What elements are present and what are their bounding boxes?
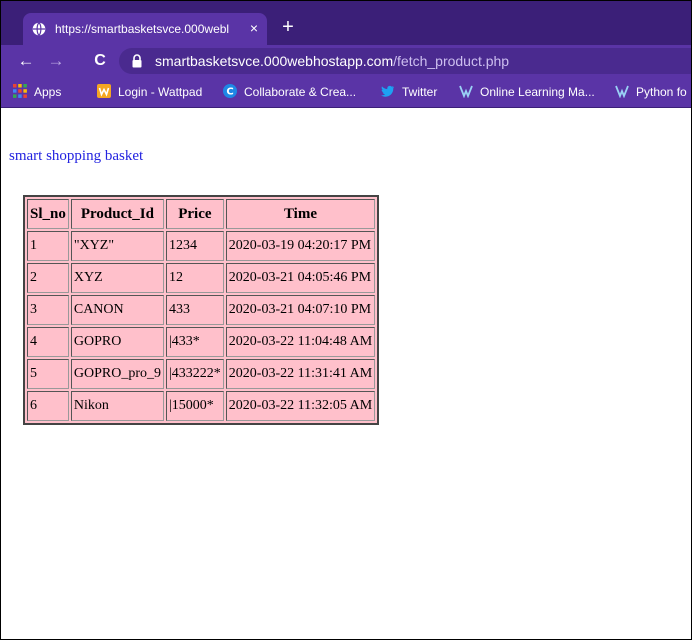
- url-host: smartbasketsvce.000webhostapp.com: [155, 53, 394, 69]
- new-tab-icon[interactable]: +: [277, 16, 299, 38]
- svg-text:C: C: [226, 87, 233, 98]
- cell-sl-no: 3: [27, 295, 69, 325]
- cell-product-id: "XYZ": [70, 231, 164, 261]
- twitter-icon: [381, 85, 394, 97]
- table-header-row: Sl_no Product_Id Price Time: [27, 199, 376, 229]
- cell-sl-no: 1: [27, 231, 69, 261]
- bookmark-label: Twitter: [402, 85, 438, 99]
- wattpad-icon: [97, 84, 111, 98]
- tab-strip: https://smartbasketsvce.000webl × +: [1, 1, 691, 45]
- cell-sl-no: 2: [27, 263, 69, 293]
- browser-window: https://smartbasketsvce.000webl × + ← → …: [0, 0, 692, 640]
- cell-time: 2020-03-21 04:05:46 PM: [225, 263, 376, 293]
- forward-arrow-icon[interactable]: →: [45, 50, 67, 72]
- cell-price: |15000*: [165, 391, 224, 421]
- bookmark-label: Python fo: [636, 85, 687, 99]
- cell-sl-no: 5: [27, 359, 69, 389]
- page-content: smart shopping basket Sl_no Product_Id P…: [1, 108, 691, 639]
- cell-price: 1234: [165, 231, 224, 261]
- table-row: 1 "XYZ" 1234 2020-03-19 04:20:17 PM: [27, 231, 376, 261]
- cell-product-id: XYZ: [70, 263, 164, 293]
- cell-time: 2020-03-22 11:32:05 AM: [225, 391, 376, 421]
- address-bar[interactable]: smartbasketsvce.000webhostapp.com/fetch_…: [119, 48, 691, 74]
- cell-price: 433: [165, 295, 224, 325]
- cell-sl-no: 6: [27, 391, 69, 421]
- cell-time: 2020-03-19 04:20:17 PM: [225, 231, 376, 261]
- close-icon[interactable]: ×: [245, 19, 263, 37]
- column-header: Price: [165, 199, 224, 229]
- bookmark-label: Collaborate & Crea...: [244, 85, 357, 99]
- cell-time: 2020-03-21 04:07:10 PM: [225, 295, 376, 325]
- table-row: 6 Nikon |15000* 2020-03-22 11:32:05 AM: [27, 391, 376, 421]
- cell-product-id: Nikon: [70, 391, 164, 421]
- bookmark-label: Login - Wattpad: [118, 85, 203, 99]
- table-row: 2 XYZ 12 2020-03-21 04:05:46 PM: [27, 263, 376, 293]
- bookmark-label: Online Learning Ma...: [480, 85, 595, 99]
- cell-time: 2020-03-22 11:31:41 AM: [225, 359, 376, 389]
- cell-product-id: CANON: [70, 295, 164, 325]
- bookmark-online-learning[interactable]: Online Learning Ma...: [459, 84, 595, 100]
- bookmark-twitter[interactable]: Twitter: [381, 84, 437, 100]
- apps-grid-icon: [13, 84, 27, 98]
- cell-sl-no: 4: [27, 327, 69, 357]
- back-arrow-icon[interactable]: ←: [15, 50, 37, 72]
- bookmark-label: Apps: [34, 85, 62, 99]
- table-row: 4 GOPRO |433* 2020-03-22 11:04:48 AM: [27, 327, 376, 357]
- toolbar: ← → C smartbasketsvce.000webhostapp.com/…: [1, 45, 691, 77]
- column-header: Sl_no: [27, 199, 69, 229]
- bookmark-python[interactable]: Python fo: [615, 84, 687, 100]
- page-heading: smart shopping basket: [9, 148, 144, 164]
- online-learning-icon: [459, 85, 473, 98]
- python-icon: [615, 85, 629, 98]
- cell-product-id: GOPRO: [70, 327, 164, 357]
- cell-price: |433*: [165, 327, 224, 357]
- bookmarks-bar: Apps Login - Wattpad C Collaborate & Cre…: [1, 77, 691, 108]
- table-row: 5 GOPRO_pro_9 |433222* 2020-03-22 11:31:…: [27, 359, 376, 389]
- lock-icon: [132, 54, 142, 68]
- bookmark-collaborate[interactable]: C Collaborate & Crea...: [223, 84, 356, 100]
- cell-product-id: GOPRO_pro_9: [70, 359, 164, 389]
- browser-tab[interactable]: https://smartbasketsvce.000webl ×: [23, 13, 267, 45]
- cell-price: 12: [165, 263, 224, 293]
- globe-icon: [32, 22, 46, 36]
- table-row: 3 CANON 433 2020-03-21 04:07:10 PM: [27, 295, 376, 325]
- bookmark-apps[interactable]: Apps: [13, 84, 61, 100]
- cell-time: 2020-03-22 11:04:48 AM: [225, 327, 376, 357]
- products-table: Sl_no Product_Id Price Time 1 "XYZ" 1234…: [23, 195, 380, 425]
- cell-price: |433222*: [165, 359, 224, 389]
- reload-icon[interactable]: C: [89, 50, 111, 72]
- bookmark-wattpad[interactable]: Login - Wattpad: [97, 84, 202, 100]
- url-path: /fetch_product.php: [393, 53, 510, 69]
- column-header: Product_Id: [70, 199, 164, 229]
- url-text[interactable]: smartbasketsvce.000webhostapp.com/fetch_…: [155, 53, 509, 69]
- column-header: Time: [225, 199, 376, 229]
- tab-title: https://smartbasketsvce.000webl: [55, 22, 230, 36]
- collaborate-icon: C: [223, 84, 237, 98]
